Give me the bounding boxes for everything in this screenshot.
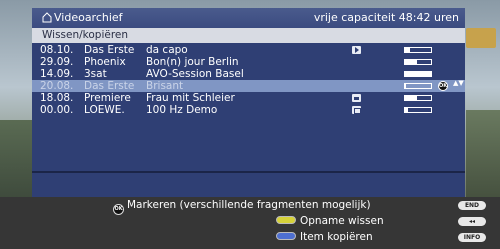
recording-program: AVO-Session Basel <box>146 68 244 80</box>
yellow-key-icon <box>276 216 296 224</box>
lock-icon <box>352 94 361 102</box>
recording-program: da capo <box>146 44 188 56</box>
recording-date: 08.10. <box>40 44 74 56</box>
film-icon <box>352 106 361 114</box>
help-copy-label: Item kopiëren <box>300 231 373 243</box>
progress-bar-fill <box>405 72 431 76</box>
recording-row[interactable]: 29.09. Phoenix Bon(n) jour Berlin <box>32 56 465 68</box>
progress-bar <box>404 47 432 53</box>
background-sign <box>466 28 496 48</box>
help-delete[interactable]: Opname wissen <box>276 214 384 228</box>
ok-button[interactable]: OK <box>438 81 448 91</box>
end-key[interactable]: END <box>458 201 486 210</box>
recording-row[interactable]: 18.08. Premiere Frau mit Schleier <box>32 92 465 104</box>
progress-bar <box>404 59 432 65</box>
recording-date: 14.09. <box>40 68 74 80</box>
help-markers: OK Markeren (verschillende fragmenten mog… <box>113 198 371 215</box>
rewind-key[interactable]: ◂◂ <box>458 217 486 226</box>
help-markers-label: Markeren (verschillende fragmenten mogel… <box>127 199 371 211</box>
recording-date: 29.09. <box>40 56 74 68</box>
recording-channel: 3sat <box>84 68 107 80</box>
free-capacity: vrije capaciteit 48:42 uren <box>313 11 459 24</box>
progress-bar <box>404 107 432 113</box>
recording-program: 100 Hz Demo <box>146 104 218 116</box>
help-copy[interactable]: Item kopiëren <box>276 230 373 244</box>
progress-bar <box>404 71 432 77</box>
play-icon <box>352 46 361 54</box>
recordings-list: 08.10. Das Erste da capo 29.09. Phoenix … <box>32 44 465 116</box>
up-down-arrows-icon: ▲▼ <box>453 79 464 87</box>
progress-bar-fill <box>405 84 406 88</box>
title-bar: Videoarchief vrije capaciteit 48:42 uren <box>32 8 465 28</box>
recording-row[interactable]: 08.10. Das Erste da capo <box>32 44 465 56</box>
recording-channel: Das Erste <box>84 44 135 56</box>
help-bar: OK Markeren (verschillende fragmenten mog… <box>0 197 500 249</box>
recording-program: Frau mit Schleier <box>146 92 235 104</box>
recording-date: 20.08. <box>40 80 74 92</box>
recording-row[interactable]: 00.00. LOEWE. 100 Hz Demo <box>32 104 465 116</box>
mode-subheader: Wissen/kopiëren <box>32 28 465 43</box>
recording-channel: Das Erste <box>84 80 135 92</box>
progress-bar <box>404 95 432 101</box>
recording-channel: Phoenix <box>84 56 126 68</box>
video-archive-panel: Videoarchief vrije capaciteit 48:42 uren… <box>32 8 465 198</box>
page-title: Videoarchief <box>54 11 123 24</box>
recording-program: Brisant <box>146 80 184 92</box>
progress-bar <box>404 83 432 89</box>
progress-bar-fill <box>405 48 410 52</box>
recording-program: Bon(n) jour Berlin <box>146 56 239 68</box>
panel-divider <box>32 171 465 173</box>
recording-date: 00.00. <box>40 104 74 116</box>
recording-channel: Premiere <box>84 92 131 104</box>
recording-row[interactable]: 14.09. 3sat AVO-Session Basel <box>32 68 465 80</box>
recording-row-selected[interactable]: 20.08. Das Erste Brisant OK ▲▼ <box>32 80 465 92</box>
recording-date: 18.08. <box>40 92 74 104</box>
recording-channel: LOEWE. <box>84 104 125 116</box>
info-key[interactable]: INFO <box>458 233 486 242</box>
ok-key-icon: OK <box>113 204 124 215</box>
background-tree-right <box>466 110 500 200</box>
progress-bar-fill <box>405 108 408 112</box>
blue-key-icon <box>276 232 296 240</box>
help-delete-label: Opname wissen <box>300 215 384 227</box>
progress-bar-fill <box>405 96 417 100</box>
home-icon <box>42 12 52 23</box>
background-tree-left <box>0 120 32 200</box>
progress-bar-fill <box>405 60 417 64</box>
